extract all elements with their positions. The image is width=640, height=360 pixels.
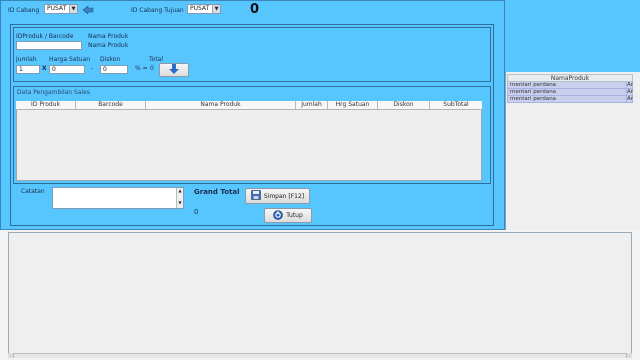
table-row[interactable]: mentari perdana Ar xyxy=(507,96,633,103)
diskon-input[interactable]: 0 xyxy=(100,65,128,74)
column-header-barcode[interactable]: Barcode xyxy=(76,101,146,109)
add-item-button[interactable] xyxy=(159,63,189,77)
sales-table[interactable] xyxy=(16,101,482,181)
grand-total-value: 0 xyxy=(194,208,199,216)
horizontal-scrollbar[interactable] xyxy=(8,353,632,358)
percent-equals: % = xyxy=(135,65,148,72)
nama-produk-label: Nama Produk xyxy=(88,33,129,40)
jumlah-input[interactable]: 1 xyxy=(16,65,40,74)
id-cabang-select[interactable]: PUSAT ▼ xyxy=(44,4,78,14)
column-header-hrg-satuan[interactable]: Hrg Satuan xyxy=(328,101,378,109)
nama-produk-value: Nama Produk xyxy=(88,42,129,49)
tutup-label: Tutup xyxy=(286,212,303,219)
column-header-nama-produk[interactable]: Nama Produk xyxy=(146,101,296,109)
simpan-label: Simpan [F12] xyxy=(263,192,305,200)
grand-total-label: Grand Total xyxy=(194,188,240,196)
column-header-jumlah[interactable]: Jumlah xyxy=(296,101,328,109)
dropdown-arrow-icon[interactable]: ▼ xyxy=(212,5,220,13)
simpan-button[interactable]: Simpan [F12] xyxy=(245,188,310,204)
id-cabang-tujuan-select[interactable]: PUSAT ▼ xyxy=(187,4,221,14)
dropdown-arrow-icon[interactable]: ▼ xyxy=(69,5,77,13)
close-icon xyxy=(273,209,284,222)
column-header-diskon[interactable]: Diskon xyxy=(378,101,430,109)
column-header-namaproduk[interactable]: NamaProduk xyxy=(507,74,633,82)
id-cabang-label: ID Cabang xyxy=(8,7,40,14)
scroll-frame xyxy=(8,232,632,356)
harga-satuan-label: Harga Satuan xyxy=(49,56,91,63)
scroll-left-icon[interactable] xyxy=(8,353,14,358)
sales-panel-title: Data Pengambilan Sales xyxy=(17,89,90,96)
table-row[interactable]: mentari perdana Ar xyxy=(507,82,633,89)
diskon-label: Diskon xyxy=(100,56,121,63)
refresh-icon[interactable] xyxy=(82,4,94,15)
textarea-scrollbar[interactable]: ▲ ▼ xyxy=(176,188,183,208)
multiply-symbol: X xyxy=(42,65,47,72)
barcode-input[interactable] xyxy=(16,41,82,50)
harga-satuan-input[interactable]: 0 xyxy=(49,65,85,74)
total-value: 0 xyxy=(150,65,154,72)
product-lookup-table: NamaProduk mentari perdana Ar mentari per… xyxy=(507,74,633,103)
column-header-subtotal[interactable]: SubTotal xyxy=(430,101,482,109)
item-counter: 0 xyxy=(250,2,260,17)
idproduk-barcode-label: IDProduk / Barcode xyxy=(16,33,74,40)
catatan-textarea[interactable] xyxy=(52,187,184,209)
jumlah-label: Jumlah xyxy=(16,56,37,63)
scroll-right-icon[interactable] xyxy=(626,353,632,358)
column-header-id-produk[interactable]: ID Produk xyxy=(16,101,76,109)
minus-symbol: - xyxy=(91,65,94,72)
down-arrow-icon xyxy=(169,64,179,76)
catatan-label: Catatan xyxy=(21,188,45,195)
total-label: Total xyxy=(149,56,164,63)
tutup-button[interactable]: Tutup xyxy=(264,208,312,223)
id-cabang-tujuan-label: ID Cabang Tujuan xyxy=(131,7,184,14)
table-row[interactable]: mentari perdana Ar xyxy=(507,89,633,96)
sales-table-header: ID Produk Barcode Nama Produk Jumlah Hrg… xyxy=(16,101,482,110)
save-icon xyxy=(251,190,261,202)
